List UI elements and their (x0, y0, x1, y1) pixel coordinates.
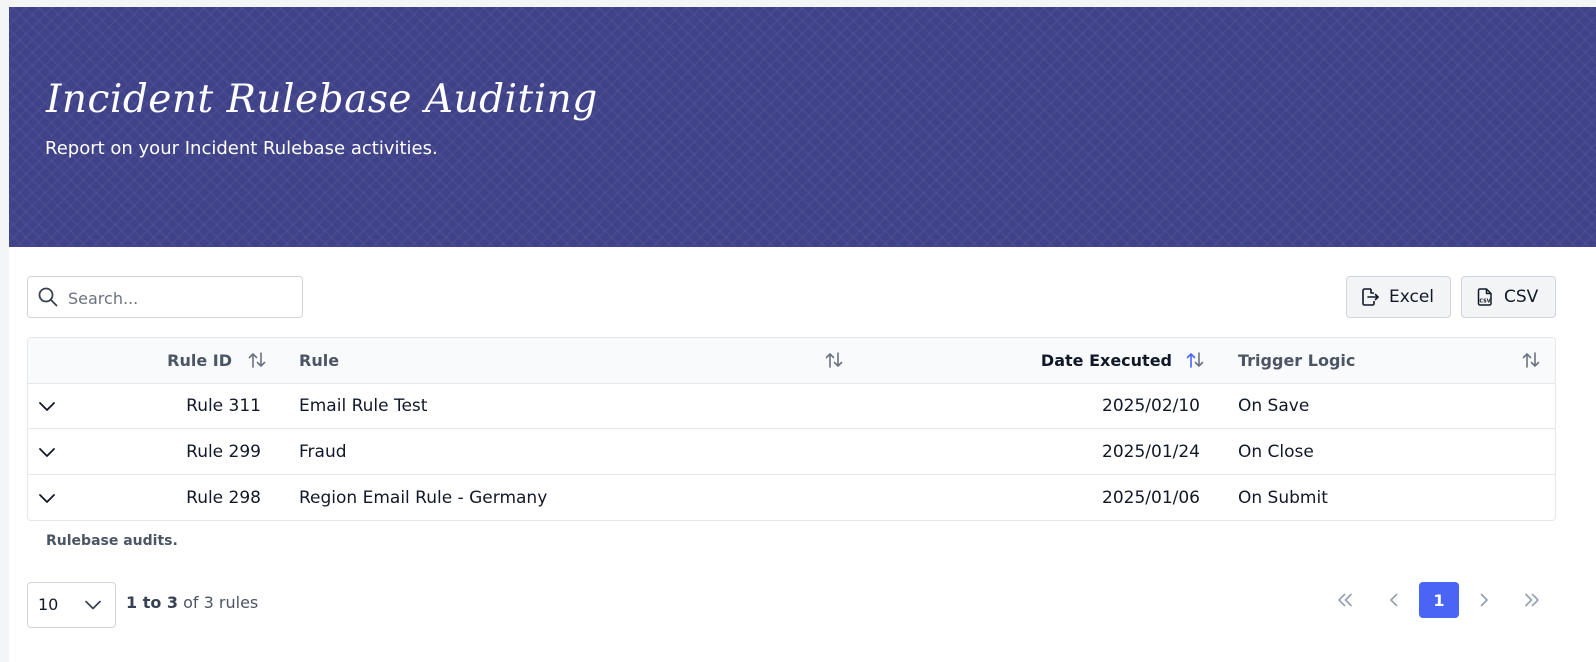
cell-date-executed: 2025/01/24 (1102, 442, 1200, 462)
cell-rule-id: Rule 298 (186, 488, 261, 508)
column-header-date-executed: Date Executed (1040, 351, 1172, 370)
chevron-left-icon (1390, 593, 1398, 607)
export-csv-label: CSV (1504, 287, 1539, 307)
file-export-icon (1362, 288, 1379, 306)
page-button-current[interactable]: 1 (1419, 582, 1459, 618)
chevron-down-icon (85, 600, 101, 610)
table-row[interactable]: Rule 311 Email Rule Test 2025/02/10 On S… (28, 383, 1555, 429)
expand-row-chevron-icon[interactable] (38, 443, 56, 461)
export-excel-label: Excel (1389, 287, 1435, 307)
cell-trigger-logic: On Save (1238, 396, 1310, 416)
pagination-range: 1 to 3 (126, 593, 179, 612)
page-subtitle: Report on your Incident Rulebase activit… (45, 138, 438, 159)
column-header-trigger-logic: Trigger Logic (1238, 351, 1356, 370)
sort-rule-icon[interactable] (824, 351, 844, 369)
table-caption: Rulebase audits. (46, 533, 178, 549)
sort-rule-id-icon[interactable] (247, 351, 267, 369)
cell-rule: Region Email Rule - Germany (299, 488, 548, 508)
page-size-select[interactable]: 10 (27, 582, 116, 628)
previous-page-button[interactable] (1374, 582, 1414, 618)
cell-rule: Email Rule Test (299, 396, 428, 416)
csv-file-icon: CSV (1477, 288, 1492, 306)
page-header: Incident Rulebase Auditing Report on you… (9, 7, 1596, 247)
next-page-button[interactable] (1464, 582, 1504, 618)
expand-row-chevron-icon[interactable] (38, 489, 56, 507)
export-excel-button[interactable]: Excel (1346, 276, 1451, 318)
cell-date-executed: 2025/02/10 (1102, 396, 1200, 416)
first-page-button[interactable] (1325, 582, 1365, 618)
cell-date-executed: 2025/01/06 (1102, 488, 1200, 508)
search-input[interactable] (66, 277, 300, 319)
column-header-rule: Rule (299, 351, 340, 370)
sort-trigger-logic-icon[interactable] (1521, 351, 1541, 369)
cell-trigger-logic: On Submit (1238, 488, 1328, 508)
cell-rule: Fraud (299, 442, 347, 462)
pagination-total: of 3 rules (183, 593, 259, 612)
page-size-value: 10 (38, 595, 59, 614)
page-title: Incident Rulebase Auditing (46, 77, 598, 122)
last-page-button[interactable] (1512, 582, 1552, 618)
svg-text:CSV: CSV (1479, 299, 1490, 305)
cell-trigger-logic: On Close (1238, 442, 1314, 462)
export-csv-button[interactable]: CSV CSV (1461, 276, 1556, 318)
cell-rule-id: Rule 311 (186, 396, 261, 416)
expand-row-chevron-icon[interactable] (38, 397, 56, 415)
table-row[interactable]: Rule 299 Fraud 2025/01/24 On Close (28, 429, 1555, 475)
sort-date-executed-icon[interactable] (1185, 351, 1205, 369)
chevron-right-icon (1480, 593, 1488, 607)
audit-table: Rule ID Rule Date Executed Trigger Logic (27, 337, 1556, 521)
chevrons-right-icon (1525, 593, 1539, 607)
page: Incident Rulebase Auditing Report on you… (9, 7, 1596, 662)
cell-rule-id: Rule 299 (186, 442, 261, 462)
table-header: Rule ID Rule Date Executed Trigger Logic (28, 338, 1555, 384)
table-row[interactable]: Rule 298 Region Email Rule - Germany 202… (28, 475, 1555, 520)
search-box (27, 276, 303, 319)
column-header-rule-id: Rule ID (167, 351, 232, 370)
search-icon (38, 287, 58, 307)
chevrons-left-icon (1338, 593, 1352, 607)
pagination-summary: 1 to 3 of 3 rules (126, 593, 258, 612)
